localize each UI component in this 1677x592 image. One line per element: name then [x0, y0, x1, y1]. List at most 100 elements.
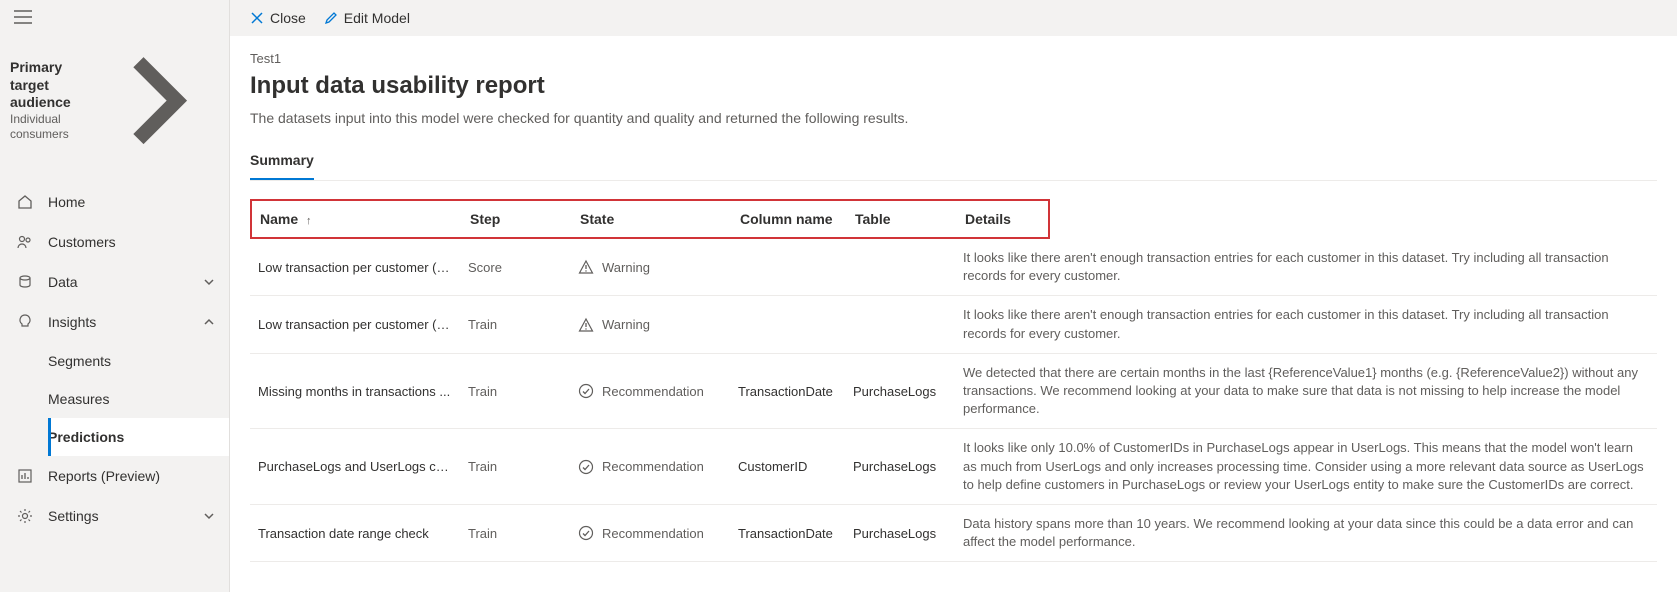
edit-model-button[interactable]: Edit Model — [324, 10, 410, 26]
state-text: Recommendation — [602, 384, 704, 399]
nav-reports[interactable]: Reports (Preview) — [0, 456, 229, 496]
page-description: The datasets input into this model were … — [250, 110, 1657, 126]
cell-details: We detected that there are certain month… — [955, 354, 1657, 429]
cell-name: Low transaction per customer (s... — [250, 250, 460, 285]
cell-step: Train — [460, 307, 570, 342]
chevron-right-icon — [100, 43, 215, 158]
col-header-name[interactable]: Name ↑ — [252, 201, 462, 237]
cell-column-name: TransactionDate — [730, 374, 845, 409]
home-icon — [16, 193, 34, 211]
check-circle-icon — [578, 459, 594, 475]
data-icon — [16, 273, 34, 291]
state-text: Warning — [602, 260, 650, 275]
nav-segments[interactable]: Segments — [48, 342, 229, 380]
nav-home[interactable]: Home — [0, 182, 229, 222]
cell-column-name: CustomerID — [730, 449, 845, 484]
close-label: Close — [270, 10, 306, 26]
chevron-up-icon — [203, 316, 215, 328]
col-header-table[interactable]: Table — [847, 201, 957, 237]
nav-insights[interactable]: Insights — [0, 302, 229, 342]
table-row[interactable]: Missing months in transactions ...Train … — [250, 354, 1657, 430]
col-header-state[interactable]: State — [572, 201, 732, 237]
cell-name: Low transaction per customer (s... — [250, 307, 460, 342]
nav-settings[interactable]: Settings — [0, 496, 229, 536]
sort-asc-icon: ↑ — [306, 215, 312, 227]
table-row[interactable]: Low transaction per customer (s...Train … — [250, 296, 1657, 353]
state-text: Recommendation — [602, 459, 704, 474]
nav-home-label: Home — [48, 194, 215, 210]
warning-icon — [578, 259, 594, 275]
cell-details: It looks like there aren't enough transa… — [955, 296, 1657, 352]
table-header-highlight: Name ↑ Step State Column name Table Deta… — [250, 199, 1050, 239]
hamburger-icon — [14, 10, 32, 24]
close-icon — [250, 11, 264, 25]
nav-data[interactable]: Data — [0, 262, 229, 302]
col-header-column-name[interactable]: Column name — [732, 201, 847, 237]
cell-state: Warning — [570, 249, 730, 285]
cell-step: Score — [460, 250, 570, 285]
cell-state: Recommendation — [570, 449, 730, 485]
cell-step: Train — [460, 516, 570, 551]
nav-customers[interactable]: Customers — [0, 222, 229, 262]
content: Test1 Input data usability report The da… — [230, 37, 1677, 592]
edit-icon — [324, 11, 338, 25]
nav-measures-label: Measures — [48, 391, 215, 407]
nav-reports-label: Reports (Preview) — [48, 468, 215, 484]
cell-table — [845, 257, 955, 277]
chevron-down-icon — [203, 510, 215, 522]
table-row[interactable]: PurchaseLogs and UserLogs cus...Train Re… — [250, 429, 1657, 505]
nav: Home Customers Data Insights — [0, 172, 229, 536]
reports-icon — [16, 467, 34, 485]
nav-data-label: Data — [48, 274, 203, 290]
cell-name: Missing months in transactions ... — [250, 374, 460, 409]
cell-table — [845, 315, 955, 335]
sidebar: Primary target audience Individual consu… — [0, 0, 230, 592]
state-text: Recommendation — [602, 526, 704, 541]
warning-icon — [578, 317, 594, 333]
nav-measures[interactable]: Measures — [48, 380, 229, 418]
hamburger-menu[interactable] — [0, 6, 229, 37]
edit-model-label: Edit Model — [344, 10, 410, 26]
customers-icon — [16, 233, 34, 251]
nav-segments-label: Segments — [48, 353, 215, 369]
audience-selector[interactable]: Primary target audience Individual consu… — [0, 37, 229, 172]
cell-state: Warning — [570, 307, 730, 343]
cell-step: Train — [460, 449, 570, 484]
table-body: Low transaction per customer (s...Score … — [250, 239, 1657, 562]
nav-insights-label: Insights — [48, 314, 203, 330]
nav-predictions[interactable]: Predictions — [48, 418, 229, 456]
audience-subtitle: Individual consumers — [10, 112, 100, 142]
nav-customers-label: Customers — [48, 234, 215, 250]
cell-details: It looks like there aren't enough transa… — [955, 239, 1657, 295]
main: Close Edit Model Test1 Input data usabil… — [230, 0, 1677, 592]
cell-state: Recommendation — [570, 515, 730, 551]
nav-settings-label: Settings — [48, 508, 203, 524]
cell-table: PurchaseLogs — [845, 449, 955, 484]
state-text: Warning — [602, 317, 650, 332]
cell-details: Data history spans more than 10 years. W… — [955, 505, 1657, 561]
cell-step: Train — [460, 374, 570, 409]
page-title: Input data usability report — [250, 72, 1657, 100]
cell-table: PurchaseLogs — [845, 374, 955, 409]
cell-column-name: TransactionDate — [730, 516, 845, 551]
check-circle-icon — [578, 383, 594, 399]
cell-column-name — [730, 257, 845, 277]
insights-icon — [16, 313, 34, 331]
toolbar: Close Edit Model — [230, 0, 1677, 37]
close-button[interactable]: Close — [250, 10, 306, 26]
tab-summary[interactable]: Summary — [250, 144, 314, 180]
cell-details: It looks like only 10.0% of CustomerIDs … — [955, 429, 1657, 504]
gear-icon — [16, 507, 34, 525]
table-row[interactable]: Low transaction per customer (s...Score … — [250, 239, 1657, 296]
table-row[interactable]: Transaction date range checkTrain Recomm… — [250, 505, 1657, 562]
nav-predictions-label: Predictions — [48, 429, 215, 445]
audience-title: Primary target audience — [10, 59, 100, 112]
cell-name: PurchaseLogs and UserLogs cus... — [250, 449, 460, 484]
report-table: Name ↑ Step State Column name Table Deta… — [250, 199, 1657, 562]
cell-table: PurchaseLogs — [845, 516, 955, 551]
breadcrumb: Test1 — [250, 51, 1657, 66]
check-circle-icon — [578, 525, 594, 541]
col-header-step[interactable]: Step — [462, 201, 572, 237]
tabs: Summary — [250, 144, 1657, 181]
col-header-details[interactable]: Details — [957, 201, 1019, 237]
